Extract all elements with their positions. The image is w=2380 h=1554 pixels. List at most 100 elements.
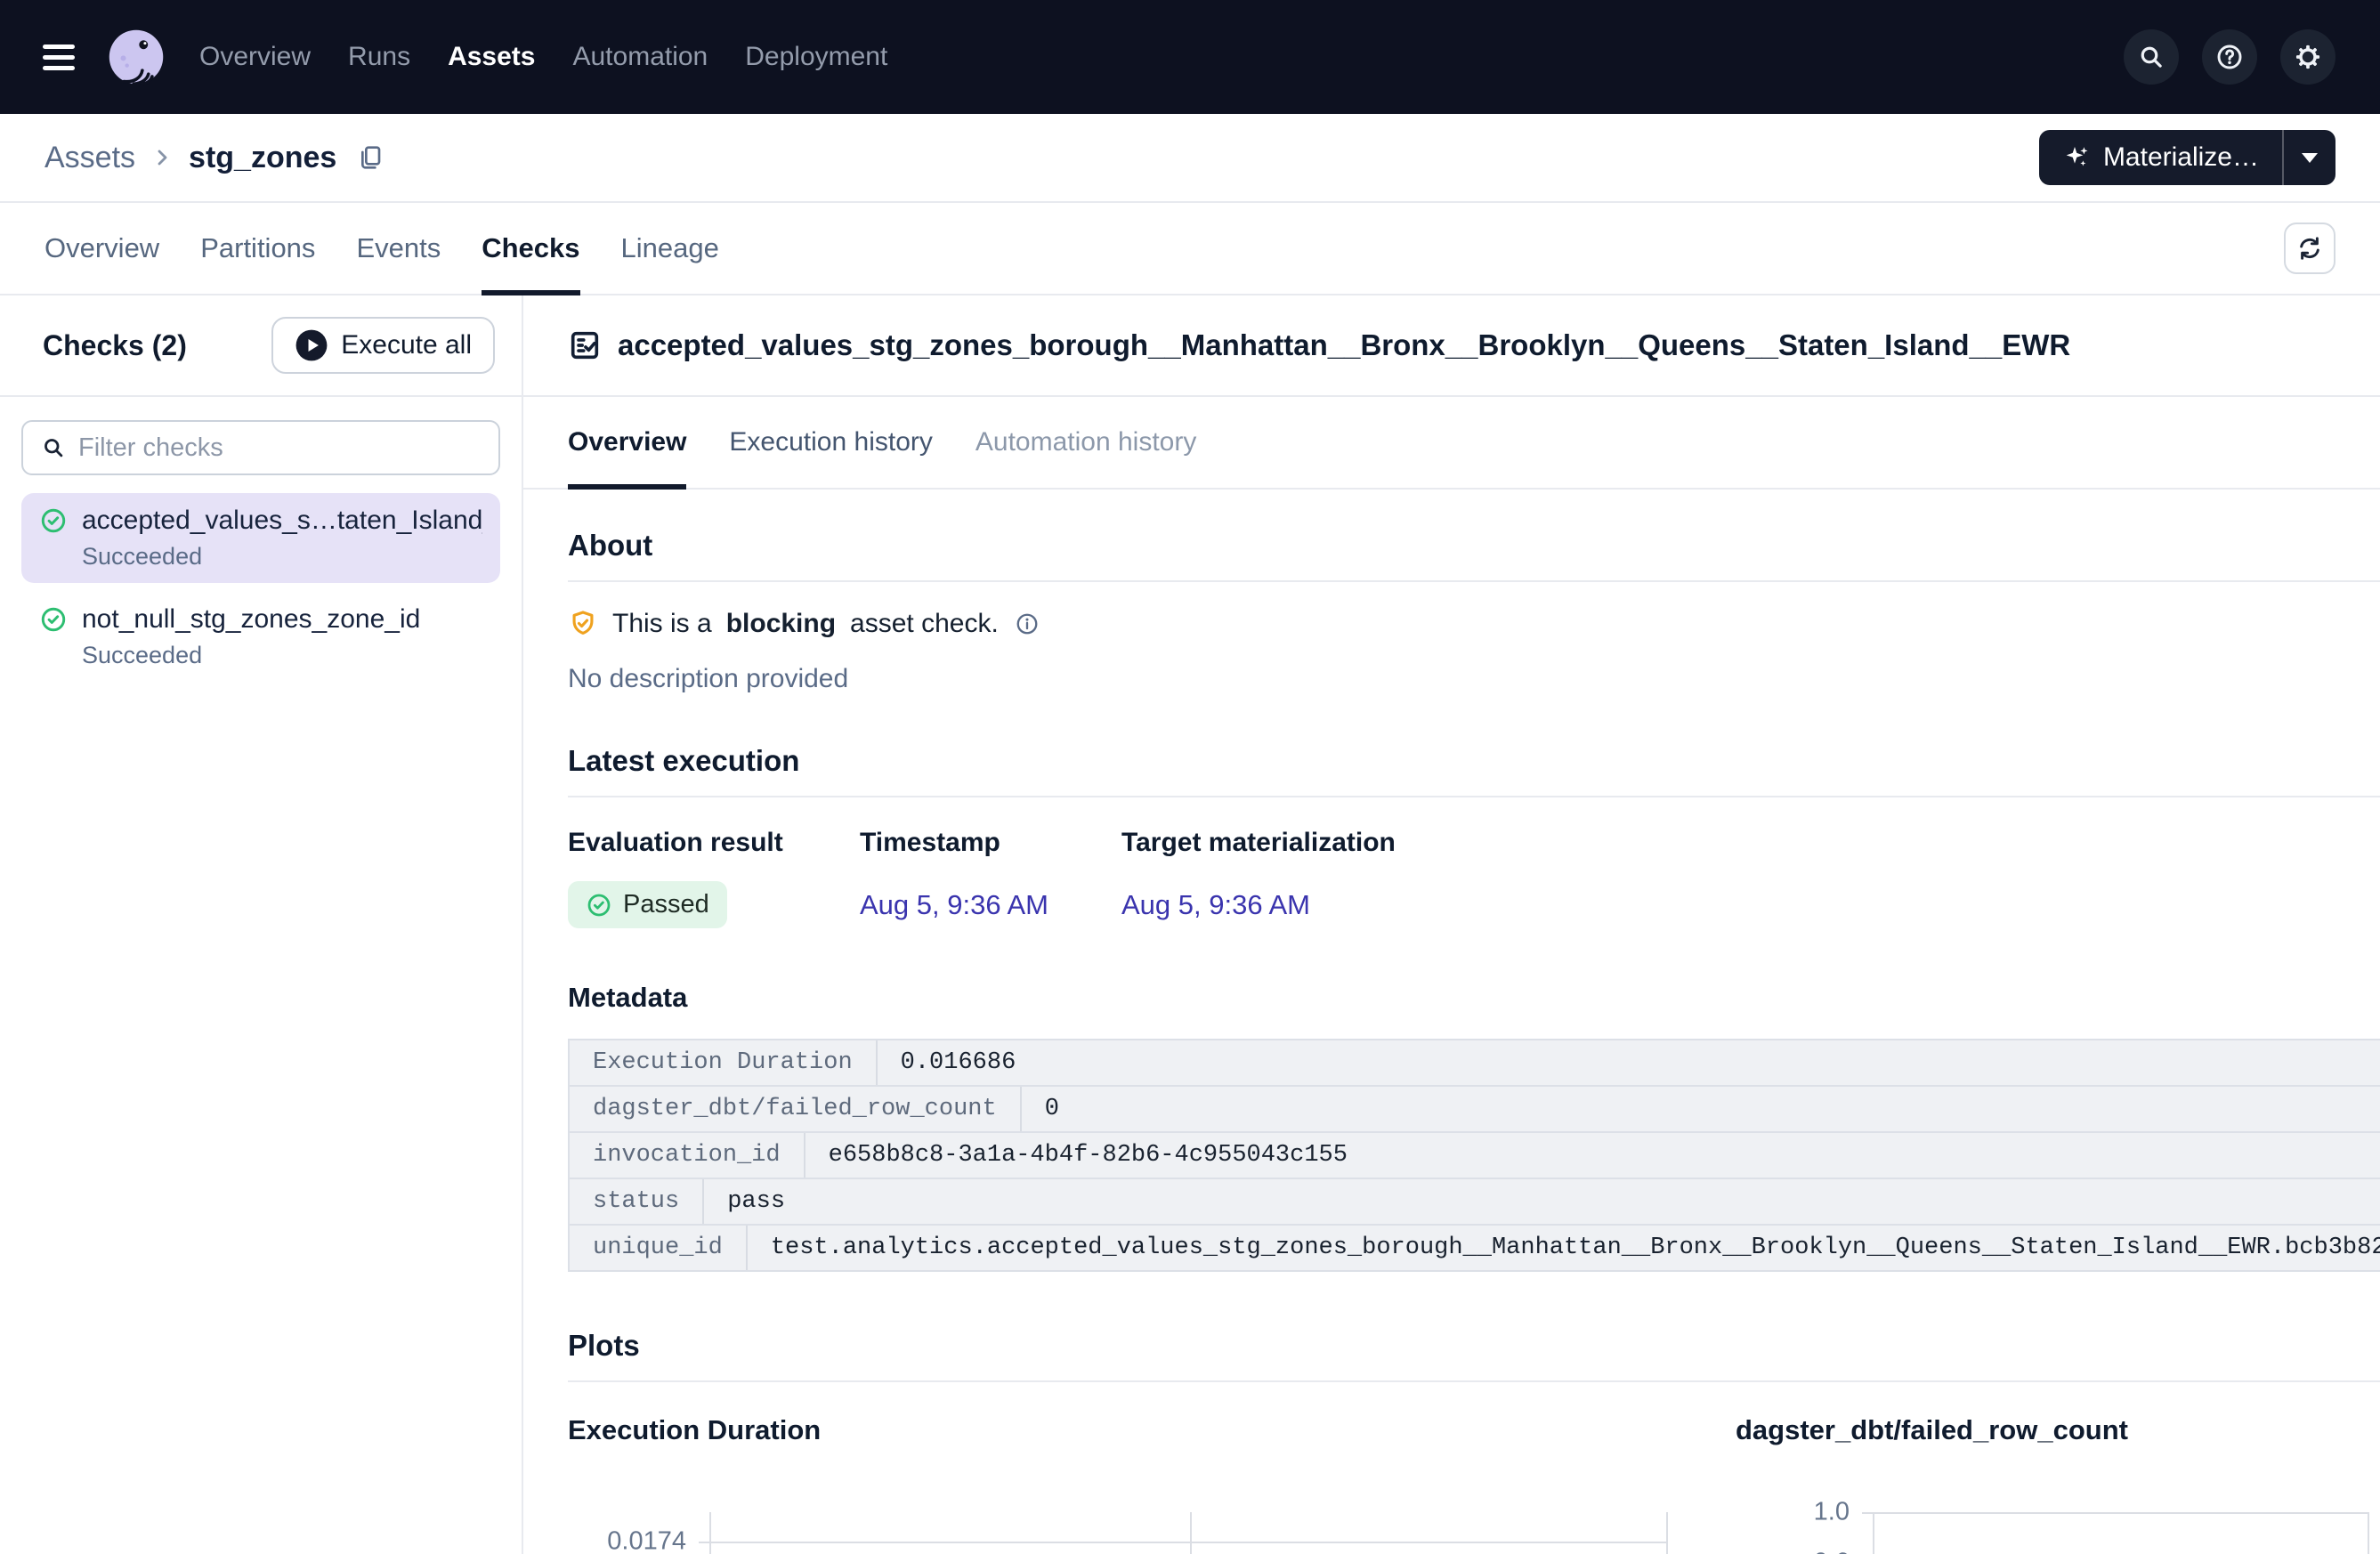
tab-execution-history[interactable]: Execution history — [729, 397, 932, 488]
tab-lineage[interactable]: Lineage — [621, 203, 719, 294]
search-button[interactable] — [2124, 29, 2179, 85]
table-row: status pass — [570, 1179, 2380, 1226]
metadata-value: test.analytics.accepted_values_stg_zones… — [748, 1226, 2380, 1270]
timestamp-link[interactable]: Aug 5, 9:36 AM — [860, 889, 1048, 920]
checks-count-title: Checks (2) — [43, 329, 187, 362]
checks-sidebar-header: Checks (2) Execute all — [0, 295, 522, 397]
check-title: accepted_values_stg_zones_borough__Manha… — [618, 328, 2070, 362]
chevron-right-icon — [151, 147, 173, 168]
copy-icon[interactable] — [356, 143, 385, 172]
target-materialization-link[interactable]: Aug 5, 9:36 AM — [1121, 889, 1310, 920]
column-header-timestamp: Timestamp — [860, 828, 1121, 858]
y-tick: 0.0174 — [607, 1527, 686, 1554]
evaluation-result-badge: Passed — [568, 881, 727, 928]
refresh-icon — [2295, 234, 2324, 263]
nav-item-assets[interactable]: Assets — [448, 42, 535, 72]
y-tick: 1.0 — [1814, 1498, 1850, 1527]
materialize-label: Materialize… — [2103, 142, 2259, 173]
breadcrumb: Assets stg_zones — [45, 141, 385, 175]
breadcrumb-assets-link[interactable]: Assets — [45, 141, 135, 175]
nav-item-overview[interactable]: Overview — [199, 42, 311, 72]
nav-item-automation[interactable]: Automation — [572, 42, 708, 72]
check-circle-icon — [39, 605, 68, 634]
execution-duration-chart: Execution Duration 0.0174 — [568, 1414, 1668, 1554]
dagster-logo-icon[interactable] — [107, 28, 166, 86]
sparkle-icon — [2062, 143, 2091, 172]
search-icon — [41, 435, 66, 460]
hamburger-menu-icon[interactable] — [43, 45, 77, 70]
check-circle-icon — [586, 892, 612, 919]
metadata-table: Execution Duration 0.016686 dagster_dbt/… — [568, 1039, 2380, 1272]
checks-sidebar-body: accepted_values_s…taten_Island_ Succeede… — [0, 397, 522, 705]
failed-row-count-chart: dagster_dbt/failed_row_count 1.0 0.6 — [1736, 1414, 2369, 1554]
tab-checks[interactable]: Checks — [482, 203, 579, 294]
section-divider — [568, 580, 2380, 582]
page-header: Assets stg_zones Materialize… — [0, 114, 2380, 203]
metadata-key: invocation_id — [570, 1133, 805, 1178]
top-nav-items: Overview Runs Assets Automation Deployme… — [199, 42, 887, 72]
check-name: accepted_values_s…taten_Island_ — [82, 506, 482, 536]
plots-heading: Plots — [568, 1329, 2380, 1363]
info-icon[interactable] — [1015, 611, 1040, 636]
tab-partitions[interactable]: Partitions — [200, 203, 315, 294]
column-header-evaluation-result: Evaluation result — [568, 828, 860, 858]
metadata-key: dagster_dbt/failed_row_count — [570, 1087, 1022, 1131]
search-icon — [2137, 43, 2165, 71]
materialize-button[interactable]: Materialize… — [2039, 130, 2282, 185]
play-circle-icon — [295, 328, 328, 362]
section-divider — [568, 796, 2380, 797]
settings-button[interactable] — [2280, 29, 2335, 85]
metadata-value: 0 — [1022, 1087, 2380, 1131]
gridline — [2368, 1512, 2369, 1554]
shield-check-icon — [568, 609, 598, 639]
content: Checks (2) Execute all — [0, 295, 2380, 1554]
execute-all-button[interactable]: Execute all — [271, 317, 495, 374]
nav-item-runs[interactable]: Runs — [348, 42, 410, 72]
metadata-value: e658b8c8-3a1a-4b4f-82b6-4c955043c155 — [805, 1133, 2380, 1178]
tab-events[interactable]: Events — [356, 203, 441, 294]
materialize-dropdown-button[interactable] — [2284, 130, 2335, 185]
check-title-row: accepted_values_stg_zones_borough__Manha… — [523, 295, 2380, 397]
check-list-item-accepted-values[interactable]: accepted_values_s…taten_Island_ Succeede… — [21, 493, 500, 583]
gridline — [1666, 1512, 1668, 1554]
latest-execution-table: Evaluation result Timestamp Target mater… — [568, 828, 2380, 928]
help-button[interactable] — [2202, 29, 2257, 85]
metadata-key: status — [570, 1179, 704, 1224]
metadata-key: Execution Duration — [570, 1040, 878, 1085]
top-nav: Overview Runs Assets Automation Deployme… — [0, 0, 2380, 114]
gear-icon — [2294, 43, 2322, 71]
blocking-text-prefix: This is a — [612, 609, 712, 639]
check-list-item-not-null[interactable]: not_null_stg_zones_zone_id Succeeded — [21, 592, 500, 682]
caret-down-icon — [2302, 153, 2318, 163]
tab-overview[interactable]: Overview — [45, 203, 159, 294]
table-row: invocation_id e658b8c8-3a1a-4b4f-82b6-4c… — [570, 1133, 2380, 1179]
latest-execution-heading: Latest execution — [568, 744, 2380, 778]
gridline — [1862, 1512, 2369, 1514]
check-name: not_null_stg_zones_zone_id — [82, 604, 420, 635]
nav-item-deployment[interactable]: Deployment — [745, 42, 887, 72]
check-overview-content: About This is a blocking asset check. — [523, 490, 2380, 1554]
materialize-split-button: Materialize… — [2039, 130, 2335, 185]
asset-tabs-bar: Overview Partitions Events Checks Lineag… — [0, 203, 2380, 295]
check-detail-panel: accepted_values_stg_zones_borough__Manha… — [523, 295, 2380, 1554]
blocking-note: This is a blocking asset check. — [568, 609, 2380, 639]
blocking-text-suffix: asset check. — [850, 609, 999, 639]
check-detail-tabs: Overview Execution history Automation hi… — [523, 397, 2380, 490]
chart-plot-area — [1873, 1512, 2369, 1554]
breadcrumb-current-asset: stg_zones — [189, 141, 336, 175]
help-icon — [2215, 43, 2244, 71]
tab-check-overview[interactable]: Overview — [568, 397, 686, 488]
metadata-key: unique_id — [570, 1226, 748, 1270]
table-row: Execution Duration 0.016686 — [570, 1040, 2380, 1087]
chart-title: Execution Duration — [568, 1414, 1668, 1446]
check-list: accepted_values_s…taten_Island_ Succeede… — [21, 493, 500, 682]
metadata-heading: Metadata — [568, 982, 2380, 1014]
execute-all-label: Execute all — [341, 330, 472, 360]
gridline — [699, 1542, 1668, 1543]
metadata-value: 0.016686 — [878, 1040, 2380, 1085]
filter-checks-input[interactable] — [78, 433, 481, 463]
blocking-text-bold: blocking — [726, 609, 836, 639]
no-description-text: No description provided — [568, 664, 2380, 694]
filter-checks-field — [21, 420, 500, 475]
refresh-button[interactable] — [2284, 223, 2335, 274]
